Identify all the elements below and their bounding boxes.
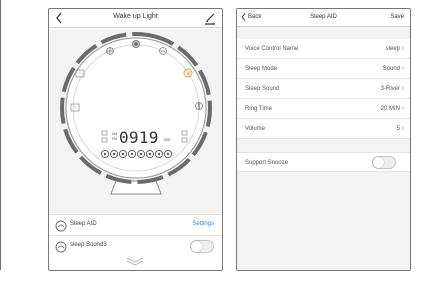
setting-value: 20 MIN › [380, 106, 404, 112]
setting-value: sleep › [385, 46, 404, 52]
setting-row-sleep-sound[interactable]: Sleep Sound 3-River › [237, 79, 410, 99]
setting-row-voice-control-name[interactable]: Voice Control Name sleep › [237, 39, 410, 59]
back-icon[interactable] [54, 11, 64, 25]
back-label: Back [248, 14, 262, 20]
page-title: Wake up Light [113, 13, 158, 20]
chevron-right-icon: › [402, 66, 404, 72]
support-snooze-row: Support Snooze [237, 152, 410, 172]
setting-value: 5 › [396, 126, 404, 132]
chevron-down-icon[interactable] [125, 256, 145, 266]
am-indicator: AM [112, 132, 117, 136]
chevron-right-icon: › [402, 126, 404, 132]
support-snooze-toggle[interactable] [372, 156, 396, 169]
sleep-aid-screen: Back Sleep AID Save Voice Control Name s… [236, 8, 411, 271]
pm-indicator: PM [112, 137, 117, 141]
chevron-right-icon: › [402, 106, 404, 112]
setting-label: Sleep Sound [245, 86, 280, 92]
sleep-sound-toggle[interactable] [190, 240, 214, 253]
fan-icon [106, 47, 114, 55]
settings-list: Voice Control Name sleep › Sleep Mode Sou… [237, 39, 410, 139]
setting-row-ring-time[interactable]: Ring Time 20 MIN › [237, 99, 410, 119]
left-edge-divider [0, 0, 1, 270]
sleep-aid-label: Sleep AID [70, 221, 97, 227]
setting-value: Sound › [382, 66, 404, 72]
settings-link[interactable]: Settings [192, 221, 214, 227]
toggle-knob [373, 157, 384, 168]
sleep-sound-label: sleep Sound3 [70, 242, 107, 248]
setting-row-volume[interactable]: Volume 5 › [237, 119, 410, 139]
settings-body: Voice Control Name sleep › Sleep Mode Sou… [237, 27, 410, 270]
toggle-knob [191, 241, 202, 252]
clock-face[interactable]: AM PM 0919 MIN [57, 31, 215, 199]
min-indicator: MIN [164, 138, 171, 142]
save-button[interactable]: Save [390, 14, 404, 20]
chevron-right-icon: › [402, 86, 404, 92]
clock-stand [110, 180, 162, 195]
wake-up-light-screen: Wake up Light AM PM 0919 MIN Sleep AID S… [48, 8, 223, 271]
clock-panel: AM PM 0919 MIN [49, 29, 222, 213]
header-bar: Back Sleep AID Save [237, 9, 410, 27]
header-bar: Wake up Light [49, 9, 222, 28]
setting-value: 3-River › [380, 86, 404, 92]
back-button[interactable]: Back [241, 13, 261, 21]
sleep-aid-icon [55, 220, 67, 232]
edit-icon[interactable] [204, 12, 216, 25]
mic-icon [132, 39, 141, 48]
setting-label: Voice Control Name [245, 46, 299, 52]
footer [49, 254, 222, 270]
time-display: 0919 [119, 128, 159, 147]
chevron-right-icon: › [402, 46, 404, 52]
sleep-aid-row[interactable]: Sleep AID Settings [49, 214, 222, 236]
setting-label: Sleep Mode [245, 66, 278, 72]
back-chevron-icon [241, 13, 246, 21]
page-title: Sleep AID [310, 14, 337, 20]
support-snooze-label: Support Snooze [245, 160, 289, 166]
sleep-sound-icon [55, 241, 67, 253]
setting-label: Ring Time [245, 106, 273, 112]
setting-label: Volume [245, 126, 266, 132]
setting-row-sleep-mode[interactable]: Sleep Mode Sound › [237, 59, 410, 79]
